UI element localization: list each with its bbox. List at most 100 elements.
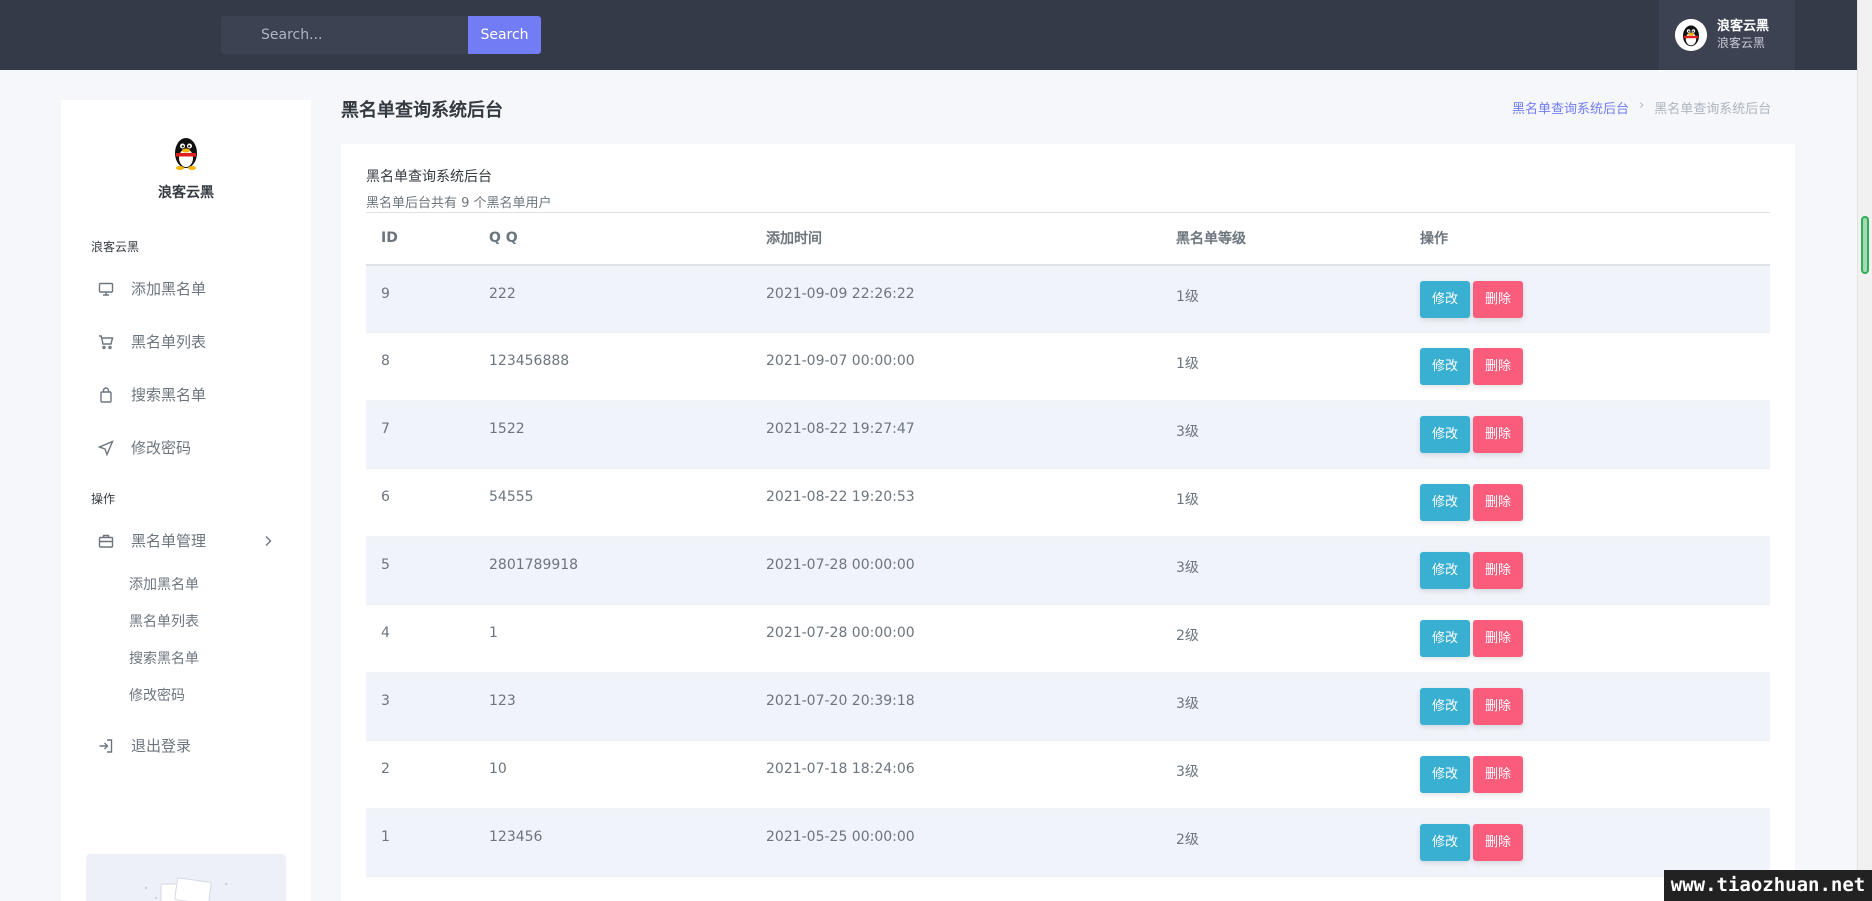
cell-qq: 1: [489, 625, 498, 641]
cell-level: 1级: [1176, 492, 1199, 508]
cell-added-time: 2021-08-22 19:27:47: [766, 421, 915, 437]
table-row: 5 2801789918 2021-07-28 00:00:00 3级 修改 删除: [366, 536, 1770, 605]
delete-button[interactable]: 删除: [1473, 484, 1524, 521]
edit-button[interactable]: 修改: [1420, 348, 1471, 385]
edit-button[interactable]: 修改: [1420, 416, 1471, 453]
edit-button[interactable]: 修改: [1420, 484, 1471, 521]
cell-actions: 修改 删除: [1405, 401, 1770, 469]
cell-actions: 修改 删除: [1405, 741, 1770, 809]
sidebar-subitem-add-blacklist[interactable]: 添加黑名单: [61, 567, 311, 604]
delete-button[interactable]: 删除: [1473, 348, 1524, 385]
cell-added-time: 2021-07-28 00:00:00: [766, 625, 915, 641]
table-row: 1 123456 2021-05-25 00:00:00 2级 修改 删除: [366, 808, 1770, 877]
sidebar-profile: 浪客云黑: [61, 100, 311, 202]
cell-qq: 1522: [489, 421, 525, 437]
sidebar-item-logout[interactable]: 退出登录: [61, 719, 311, 772]
sidebar-item-label: 退出登录: [131, 737, 192, 755]
breadcrumb-link[interactable]: 黑名单查询系统后台: [1512, 98, 1629, 117]
sidebar-item-search-blacklist[interactable]: 搜索黑名单: [61, 368, 311, 421]
user-name: 浪客云黑: [1717, 19, 1770, 34]
sidebar-group-blacklist-management[interactable]: 黑名单管理: [61, 514, 311, 567]
cell-added-time: 2021-09-09 22:26:22: [766, 285, 915, 302]
breadcrumb: 黑名单查询系统后台 › 黑名单查询系统后台: [1512, 98, 1771, 117]
cell-qq: 123: [489, 693, 516, 709]
cell-actions: 修改 删除: [1405, 537, 1770, 605]
delete-button[interactable]: 删除: [1473, 688, 1524, 725]
card-subtitle: 黑名单后台共有 9 个黑名单用户: [366, 196, 552, 211]
column-header-added-time: 添加时间: [766, 231, 822, 248]
briefcase-icon: [97, 532, 115, 550]
user-subtitle: 浪客云黑: [1717, 36, 1766, 50]
cell-level: 3级: [1176, 696, 1199, 712]
penguin-avatar-icon: [1675, 19, 1707, 51]
sidebar-promo-illustration: [86, 854, 286, 901]
cell-qq: 54555: [489, 489, 534, 505]
column-header-actions: 操作: [1420, 231, 1448, 248]
search-input[interactable]: [221, 16, 468, 54]
sidebar-item-label: 黑名单管理: [131, 532, 207, 550]
penguin-logo-icon: [166, 132, 206, 172]
page-title: 黑名单查询系统后台: [341, 100, 503, 121]
delete-button[interactable]: 删除: [1473, 756, 1524, 793]
sidebar-item-label: 修改密码: [131, 439, 192, 457]
sidebar-subitem-search-blacklist[interactable]: 搜索黑名单: [61, 641, 311, 678]
table-header-row: ID Q Q 添加时间 黑名单等级 操作: [366, 212, 1770, 265]
cell-added-time: 2021-05-25 00:00:00: [766, 829, 915, 845]
user-menu[interactable]: 浪客云黑 浪客云黑: [1659, 0, 1795, 70]
cell-added-time: 2021-08-22 19:20:53: [766, 489, 915, 505]
delete-button[interactable]: 删除: [1473, 552, 1524, 589]
edit-button[interactable]: 修改: [1420, 756, 1471, 793]
cell-level: 2级: [1176, 832, 1199, 848]
cell-level: 1级: [1176, 356, 1199, 372]
edit-button[interactable]: 修改: [1420, 552, 1471, 589]
top-navbar: Search 浪客云黑 浪客云黑: [0, 0, 1872, 70]
sidebar-item-add-blacklist[interactable]: 添加黑名单: [61, 262, 311, 315]
table-row: 2 10 2021-07-18 18:24:06 3级 修改 删除: [366, 741, 1770, 809]
column-header-id: ID: [381, 230, 398, 247]
sidebar-subitem-change-password[interactable]: 修改密码: [61, 678, 311, 715]
cell-actions: 修改 删除: [1405, 469, 1770, 537]
cell-qq: 123456888: [489, 353, 570, 369]
column-header-level: 黑名单等级: [1176, 231, 1246, 248]
edit-button[interactable]: 修改: [1420, 620, 1471, 657]
avatar: [1675, 19, 1707, 51]
menu-section-title: 操作: [91, 492, 116, 506]
cell-level: 2级: [1176, 628, 1199, 644]
logout-icon: [97, 737, 115, 755]
page-scrollbar[interactable]: [1857, 0, 1872, 901]
cell-qq: 222: [489, 285, 516, 302]
profile-name: 浪客云黑: [158, 185, 214, 201]
edit-button[interactable]: 修改: [1420, 688, 1471, 725]
cell-qq: 123456: [489, 829, 543, 845]
cell-id: 8: [381, 353, 390, 369]
site-watermark: www.tiaozhuan.net: [1664, 870, 1872, 901]
sidebar-item-label: 搜索黑名单: [131, 386, 207, 404]
sidebar-item-change-password[interactable]: 修改密码: [61, 421, 311, 474]
blacklist-table: ID Q Q 添加时间 黑名单等级 操作 9 222 2021-09-09 22:2…: [366, 212, 1770, 877]
cell-qq: 2801789918: [489, 557, 579, 573]
delete-button[interactable]: 删除: [1473, 280, 1524, 318]
sidebar-item-label: 添加黑名单: [131, 280, 207, 298]
monitor-icon: [97, 280, 115, 298]
cell-added-time: 2021-09-07 00:00:00: [766, 353, 915, 369]
cell-id: 2: [381, 761, 390, 777]
cell-level: 1级: [1176, 288, 1199, 305]
cell-level: 3级: [1176, 764, 1199, 780]
delete-button[interactable]: 删除: [1473, 416, 1524, 453]
table-row: 6 54555 2021-08-22 19:20:53 1级 修改 删除: [366, 469, 1770, 537]
cart-icon: [97, 333, 115, 351]
sidebar-subitem-blacklist-list[interactable]: 黑名单列表: [61, 604, 311, 641]
delete-button[interactable]: 删除: [1473, 824, 1524, 861]
cell-added-time: 2021-07-20 20:39:18: [766, 693, 915, 709]
chevron-right-icon: [259, 532, 277, 550]
cell-id: 9: [381, 285, 390, 302]
table-row: 7 1522 2021-08-22 19:27:47 3级 修改 删除: [366, 400, 1770, 469]
edit-button[interactable]: 修改: [1420, 824, 1471, 861]
sidebar-item-blacklist-list[interactable]: 黑名单列表: [61, 315, 311, 368]
card-title: 黑名单查询系统后台: [366, 169, 492, 185]
scrollbar-thumb[interactable]: [1861, 216, 1869, 274]
delete-button[interactable]: 删除: [1473, 620, 1524, 657]
cell-added-time: 2021-07-28 00:00:00: [766, 557, 915, 573]
search-button[interactable]: Search: [468, 16, 541, 54]
edit-button[interactable]: 修改: [1420, 280, 1471, 318]
